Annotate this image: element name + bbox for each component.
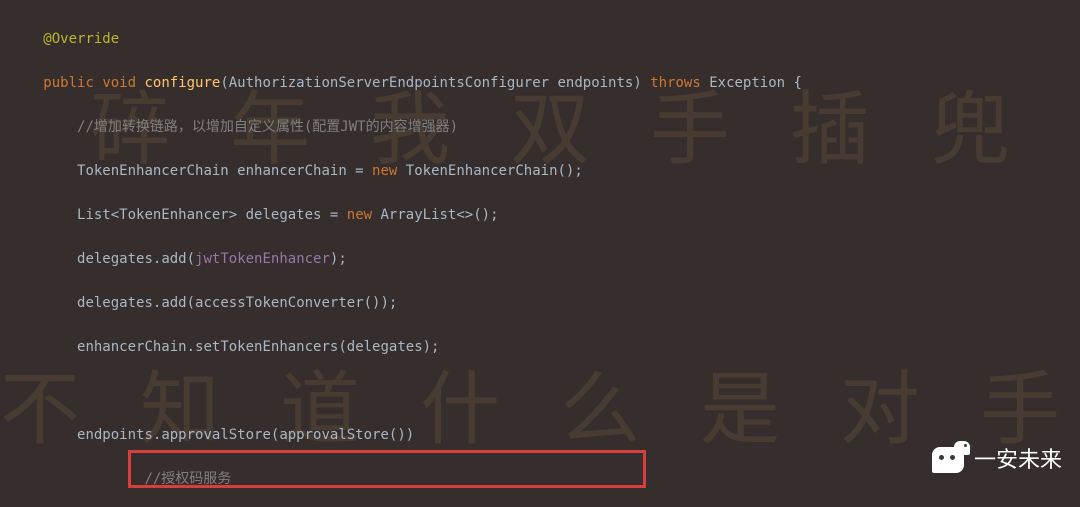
code-line: //增加转换链路，以增加自定义属性(配置JWT的内容增强器) [0,116,1080,138]
annotation: @Override [43,31,119,47]
code-line: enhancerChain.setTokenEnhancers(delegate… [0,336,1080,358]
wechat-watermark: 一安未来 [932,447,1062,473]
code-line: endpoints.approvalStore(approvalStore()) [0,424,1080,446]
code-line: @Override [0,28,1080,50]
code-line: delegates.add(jwtTokenEnhancer); [0,248,1080,270]
code-line: //授权码服务 [0,468,1080,490]
code-line: public void configure(AuthorizationServe… [0,72,1080,94]
code-editor[interactable]: @Override public void configure(Authoriz… [0,0,1080,507]
code-line: TokenEnhancerChain enhancerChain = new T… [0,160,1080,182]
code-line-blank [0,380,1080,402]
code-line: List<TokenEnhancer> delegates = new Arra… [0,204,1080,226]
code-line: delegates.add(accessTokenConverter()); [0,292,1080,314]
wechat-label: 一安未来 [974,449,1062,471]
wechat-icon [932,447,964,473]
